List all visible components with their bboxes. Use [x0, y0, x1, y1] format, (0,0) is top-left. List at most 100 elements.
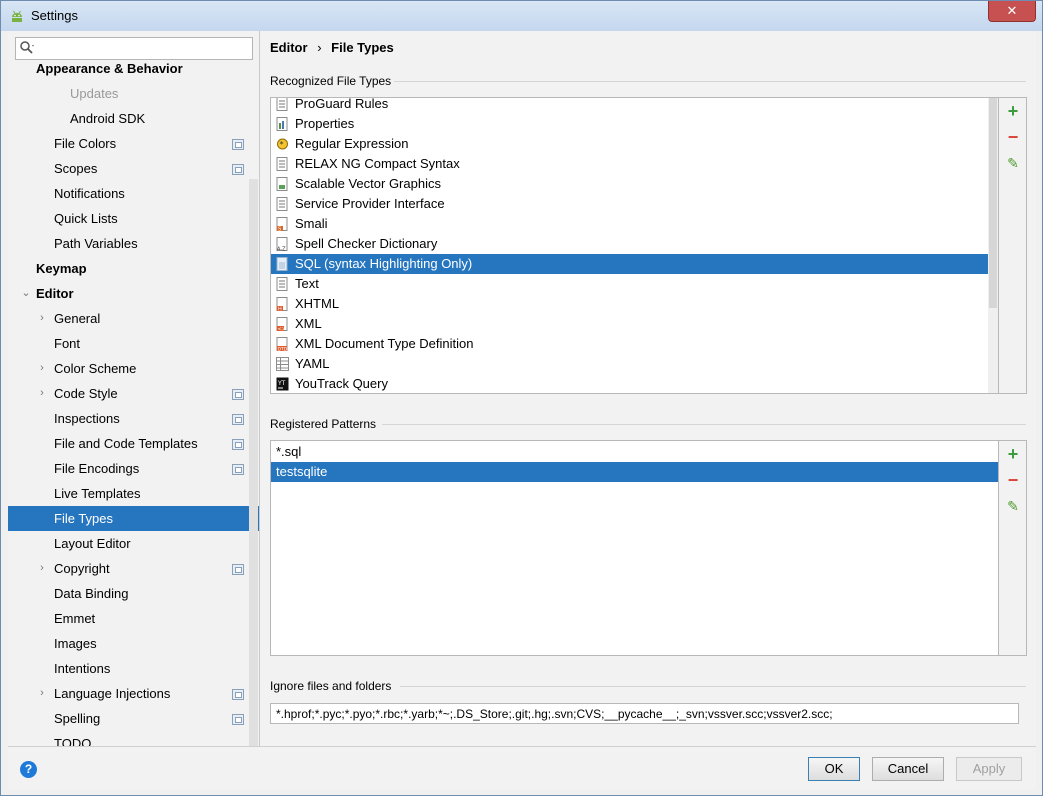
- sidebar-item[interactable]: Emmet: [8, 606, 248, 631]
- sidebar-item[interactable]: File Encodings: [8, 456, 248, 481]
- settings-sidebar: Appearance & Behavior Updates Android SDK F…: [8, 31, 260, 746]
- sidebar-item-label: Inspections: [54, 411, 120, 426]
- list-item[interactable]: RELAX NG Compact Syntax: [271, 154, 988, 174]
- dtd-file-icon: DTD: [276, 337, 288, 351]
- close-button[interactable]: ✕: [988, 1, 1036, 22]
- file-types-scrollbar-thumb[interactable]: [989, 98, 997, 308]
- project-scope-icon: [232, 389, 244, 400]
- list-item[interactable]: SQL (syntax Highlighting Only): [271, 254, 988, 274]
- sidebar-item[interactable]: Spelling: [8, 706, 248, 731]
- list-item[interactable]: YAML: [271, 354, 988, 374]
- list-item[interactable]: Service Provider Interface: [271, 194, 988, 214]
- sidebar-item[interactable]: Keymap: [8, 256, 248, 281]
- sidebar-item[interactable]: › Code Style: [8, 381, 248, 406]
- sidebar-item-label: Copyright: [54, 561, 110, 576]
- chevron-right-icon[interactable]: ›: [36, 381, 48, 406]
- sidebar-item-label: Images: [54, 636, 97, 651]
- list-item[interactable]: YT YouTrack Query: [271, 374, 988, 393]
- sidebar-item-label: Spelling: [54, 711, 101, 726]
- sidebar-item[interactable]: Scopes: [8, 156, 248, 181]
- sidebar-item-label: Android SDK: [70, 111, 146, 126]
- edit-file-type-button[interactable]: ✎: [1005, 155, 1021, 171]
- list-item-label: Smali: [295, 216, 328, 231]
- sidebar-item-label: File Encodings: [54, 461, 140, 476]
- sidebar-item[interactable]: Images: [8, 631, 248, 656]
- help-button[interactable]: ?: [20, 761, 37, 778]
- ignore-files-title: Ignore files and folders: [270, 679, 392, 693]
- sidebar-item[interactable]: Intentions: [8, 656, 248, 681]
- sidebar-item[interactable]: › Language Injections: [8, 681, 248, 706]
- divider: [400, 686, 1026, 687]
- sidebar-item[interactable]: › Copyright: [8, 556, 248, 581]
- sidebar-item[interactable]: Android SDK: [8, 106, 248, 131]
- ignore-files-input[interactable]: *.hprof;*.pyc;*.pyo;*.rbc;*.yarb;*~;.DS_…: [270, 703, 1019, 724]
- sidebar-item-label: Notifications: [54, 186, 125, 201]
- sidebar-item[interactable]: Path Variables: [8, 231, 248, 256]
- sidebar-item[interactable]: Notifications: [8, 181, 248, 206]
- ok-button[interactable]: OK: [808, 757, 860, 781]
- list-item[interactable]: * Regular Expression: [271, 134, 988, 154]
- sidebar-item[interactable]: TODO: [8, 731, 248, 746]
- list-item-label: Spell Checker Dictionary: [295, 236, 438, 251]
- sidebar-item[interactable]: ⌄ Editor: [8, 281, 248, 306]
- sidebar-item[interactable]: Updates: [8, 81, 248, 106]
- sidebar-item[interactable]: Layout Editor: [8, 531, 248, 556]
- list-item[interactable]: testsqlite: [271, 462, 998, 482]
- add-pattern-button[interactable]: +: [1005, 445, 1021, 463]
- sidebar-item-label: Path Variables: [54, 236, 138, 251]
- settings-search-input[interactable]: [15, 37, 253, 60]
- apply-button[interactable]: Apply: [956, 757, 1022, 781]
- list-item[interactable]: A-Z Spell Checker Dictionary: [271, 234, 988, 254]
- list-item[interactable]: *.sql: [271, 442, 998, 462]
- chevron-right-icon[interactable]: ›: [36, 681, 48, 706]
- svg-file-icon: [276, 177, 288, 191]
- sidebar-item-label: Color Scheme: [54, 361, 137, 376]
- list-item[interactable]: DTD XML Document Type Definition: [271, 334, 988, 354]
- file-types-scrollbar[interactable]: [988, 98, 998, 393]
- sidebar-item[interactable]: Data Binding: [8, 581, 248, 606]
- sidebar-item[interactable]: › General: [8, 306, 248, 331]
- cancel-button[interactable]: Cancel: [872, 757, 944, 781]
- sidebar-item-label: File Colors: [54, 136, 117, 151]
- sidebar-scrollbar[interactable]: [249, 179, 258, 746]
- sidebar-item[interactable]: File Colors: [8, 131, 248, 156]
- sidebar-item[interactable]: Appearance & Behavior: [8, 63, 248, 81]
- text-file-icon: [276, 277, 288, 291]
- add-file-type-button[interactable]: +: [1005, 102, 1021, 120]
- list-item-label: XHTML: [295, 296, 340, 311]
- sidebar-item[interactable]: Inspections: [8, 406, 248, 431]
- sidebar-item-label: Emmet: [54, 611, 96, 626]
- list-item[interactable]: S Smali: [271, 214, 988, 234]
- sidebar-item[interactable]: Quick Lists: [8, 206, 248, 231]
- list-item[interactable]: <> XML: [271, 314, 988, 334]
- chevron-down-icon[interactable]: ⌄: [20, 281, 32, 306]
- registered-patterns-list[interactable]: testsqlite *.sql: [270, 440, 999, 656]
- list-item-label: Properties: [295, 116, 355, 131]
- remove-file-type-button[interactable]: −: [1005, 128, 1021, 146]
- sidebar-item-label: Layout Editor: [54, 536, 131, 551]
- remove-pattern-button[interactable]: −: [1005, 471, 1021, 489]
- list-item[interactable]: H XHTML: [271, 294, 988, 314]
- svg-text:<>: <>: [278, 327, 286, 332]
- edit-pattern-button[interactable]: ✎: [1005, 498, 1021, 514]
- sidebar-item[interactable]: › Color Scheme: [8, 356, 248, 381]
- sidebar-item[interactable]: Font: [8, 331, 248, 356]
- chevron-right-icon[interactable]: ›: [36, 356, 48, 381]
- text-file-icon: [276, 197, 288, 211]
- sidebar-item[interactable]: File and Code Templates: [8, 431, 248, 456]
- divider: [382, 424, 1026, 425]
- breadcrumb-current: File Types: [331, 40, 394, 55]
- chevron-right-icon[interactable]: ›: [36, 556, 48, 581]
- list-item[interactable]: Text: [271, 274, 988, 294]
- sidebar-item[interactable]: File Types: [8, 506, 259, 531]
- sidebar-item[interactable]: Live Templates: [8, 481, 248, 506]
- list-item-label: SQL (syntax Highlighting Only): [295, 256, 473, 271]
- svg-text:H: H: [278, 307, 282, 312]
- title-bar[interactable]: Settings ✕: [1, 1, 1042, 31]
- list-item[interactable]: Properties: [271, 114, 988, 134]
- file-types-toolbar: + − ✎: [999, 97, 1027, 394]
- recognized-file-types-list[interactable]: YT YouTrack Query YAML DTD XML Document Type…: [270, 97, 999, 394]
- list-item[interactable]: ProGuard Rules: [271, 98, 988, 114]
- list-item[interactable]: Scalable Vector Graphics: [271, 174, 988, 194]
- chevron-right-icon[interactable]: ›: [36, 306, 48, 331]
